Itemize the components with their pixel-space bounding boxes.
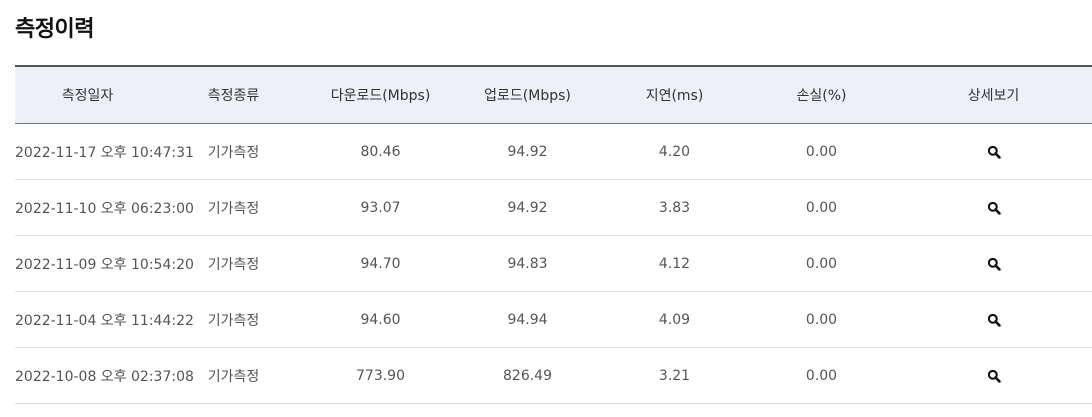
search-icon [987,369,1001,383]
cell-download: 773.90 [307,347,454,404]
cell-latency: 3.21 [601,347,748,404]
table-row: 2022-11-04 오후 11:44:22 기가측정 94.60 94.94 … [15,291,1092,348]
cell-latency: 3.83 [601,179,748,236]
cell-download: 80.46 [307,123,454,180]
table-header-row: 측정일자 측정종류 다운로드(Mbps) 업로드(Mbps) 지연(ms) 손실… [15,66,1092,124]
cell-date: 2022-11-04 오후 11:44:22 [15,291,194,348]
cell-detail [895,235,1092,292]
detail-search-button[interactable] [984,366,1004,386]
table-row: 2022-10-08 오후 02:37:08 기가측정 773.90 826.4… [15,347,1092,404]
cell-loss: 0.00 [748,347,895,404]
cell-loss: 0.00 [748,123,895,180]
cell-upload: 826.49 [454,347,601,404]
cell-upload: 94.94 [454,291,601,348]
header-loss: 손실(%) [796,88,847,104]
search-icon [987,257,1001,271]
cell-loss: 0.00 [748,179,895,236]
cell-detail [895,291,1092,348]
cell-latency: 4.20 [601,123,748,180]
search-icon [987,145,1001,159]
cell-date: 2022-11-17 오후 10:47:31 [15,123,194,180]
search-icon [987,201,1001,215]
cell-detail [895,179,1092,236]
table-row: 2022-11-09 오후 10:54:20 기가측정 94.70 94.83 … [15,235,1092,292]
cell-detail [895,347,1092,404]
cell-date: 2022-11-09 오후 10:54:20 [15,235,194,292]
cell-latency: 4.12 [601,235,748,292]
header-latency: 지연(ms) [645,88,704,104]
header-date: 측정일자 [61,88,114,104]
cell-upload: 94.92 [454,179,601,236]
page-title: 측정이력 [15,17,94,42]
search-icon [987,313,1001,327]
cell-upload: 94.83 [454,235,601,292]
cell-detail [895,123,1092,180]
detail-search-button[interactable] [984,254,1004,274]
detail-search-button[interactable] [984,310,1004,330]
cell-loss: 0.00 [748,235,895,292]
detail-search-button[interactable] [984,142,1004,162]
cell-date: 2022-11-10 오후 06:23:00 [15,179,194,236]
cell-latency: 4.09 [601,291,748,348]
measurement-history-table: 측정일자 측정종류 다운로드(Mbps) 업로드(Mbps) 지연(ms) 손실… [15,65,1092,404]
cell-loss: 0.00 [748,291,895,348]
table-row: 2022-11-10 오후 06:23:00 기가측정 93.07 94.92 … [15,179,1092,236]
detail-search-button[interactable] [984,198,1004,218]
header-detail: 상세보기 [967,88,1020,104]
header-type: 측정종류 [207,88,260,104]
cell-date: 2022-10-08 오후 02:37:08 [15,347,194,404]
cell-download: 94.60 [307,291,454,348]
table-row: 2022-11-17 오후 10:47:31 기가측정 80.46 94.92 … [15,123,1092,180]
cell-download: 94.70 [307,235,454,292]
cell-download: 93.07 [307,179,454,236]
cell-upload: 94.92 [454,123,601,180]
header-download: 다운로드(Mbps) [330,88,431,104]
header-upload: 업로드(Mbps) [484,88,571,104]
